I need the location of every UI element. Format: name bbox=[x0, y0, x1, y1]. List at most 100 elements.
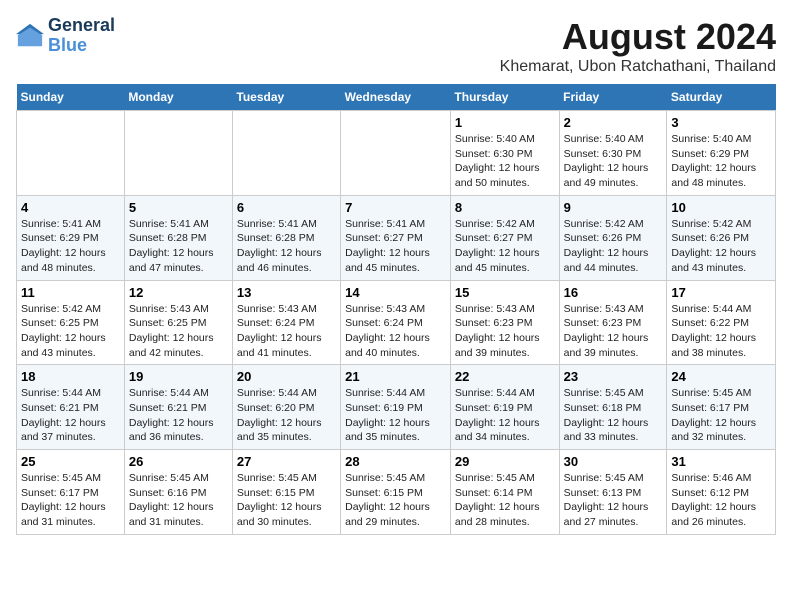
day-info: Sunrise: 5:46 AMSunset: 6:12 PMDaylight:… bbox=[671, 471, 771, 530]
calendar-body: 1 Sunrise: 5:40 AMSunset: 6:30 PMDaylight… bbox=[17, 111, 776, 535]
calendar-header-monday: Monday bbox=[124, 84, 232, 111]
day-number: 12 bbox=[129, 285, 228, 300]
calendar-cell: 26 Sunrise: 5:45 AMSunset: 6:16 PMDayligh… bbox=[124, 450, 232, 535]
day-info: Sunrise: 5:40 AMSunset: 6:29 PMDaylight:… bbox=[671, 132, 771, 191]
calendar-cell: 11 Sunrise: 5:42 AMSunset: 6:25 PMDayligh… bbox=[17, 280, 125, 365]
calendar-cell: 3 Sunrise: 5:40 AMSunset: 6:29 PMDaylight… bbox=[667, 111, 776, 196]
day-number: 22 bbox=[455, 369, 555, 384]
calendar-cell: 20 Sunrise: 5:44 AMSunset: 6:20 PMDayligh… bbox=[232, 365, 340, 450]
calendar-table: SundayMondayTuesdayWednesdayThursdayFrid… bbox=[16, 84, 776, 535]
day-number: 23 bbox=[564, 369, 663, 384]
calendar-cell: 14Sunrise: 5:43 AMSunset: 6:24 PMDayligh… bbox=[341, 280, 451, 365]
calendar-cell: 29Sunrise: 5:45 AMSunset: 6:14 PMDayligh… bbox=[450, 450, 559, 535]
logo-line1: General bbox=[48, 16, 115, 36]
calendar-cell: 8 Sunrise: 5:42 AMSunset: 6:27 PMDaylight… bbox=[450, 195, 559, 280]
calendar-cell: 25Sunrise: 5:45 AMSunset: 6:17 PMDayligh… bbox=[17, 450, 125, 535]
day-info: Sunrise: 5:45 AMSunset: 6:14 PMDaylight:… bbox=[455, 471, 555, 530]
calendar-cell bbox=[232, 111, 340, 196]
day-number: 8 bbox=[455, 200, 555, 215]
day-info: Sunrise: 5:45 AMSunset: 6:17 PMDaylight:… bbox=[671, 386, 771, 445]
calendar-cell bbox=[341, 111, 451, 196]
day-info: Sunrise: 5:44 AMSunset: 6:21 PMDaylight:… bbox=[129, 386, 228, 445]
week-row-5: 25Sunrise: 5:45 AMSunset: 6:17 PMDayligh… bbox=[17, 450, 776, 535]
day-number: 6 bbox=[237, 200, 336, 215]
day-info: Sunrise: 5:44 AMSunset: 6:19 PMDaylight:… bbox=[455, 386, 555, 445]
day-info: Sunrise: 5:45 AMSunset: 6:16 PMDaylight:… bbox=[129, 471, 228, 530]
day-number: 11 bbox=[21, 285, 120, 300]
day-number: 19 bbox=[129, 369, 228, 384]
day-number: 16 bbox=[564, 285, 663, 300]
day-info: Sunrise: 5:41 AMSunset: 6:27 PMDaylight:… bbox=[345, 217, 446, 276]
day-number: 13 bbox=[237, 285, 336, 300]
week-row-1: 1 Sunrise: 5:40 AMSunset: 6:30 PMDaylight… bbox=[17, 111, 776, 196]
day-info: Sunrise: 5:45 AMSunset: 6:15 PMDaylight:… bbox=[237, 471, 336, 530]
day-number: 21 bbox=[345, 369, 446, 384]
logo: General Blue bbox=[16, 16, 115, 56]
calendar-cell: 2 Sunrise: 5:40 AMSunset: 6:30 PMDaylight… bbox=[559, 111, 667, 196]
logo-text: General Blue bbox=[48, 16, 115, 56]
day-info: Sunrise: 5:44 AMSunset: 6:19 PMDaylight:… bbox=[345, 386, 446, 445]
day-number: 20 bbox=[237, 369, 336, 384]
day-number: 10 bbox=[671, 200, 771, 215]
calendar-cell: 30 Sunrise: 5:45 AMSunset: 6:13 PMDayligh… bbox=[559, 450, 667, 535]
day-info: Sunrise: 5:45 AMSunset: 6:17 PMDaylight:… bbox=[21, 471, 120, 530]
calendar-cell: 31 Sunrise: 5:46 AMSunset: 6:12 PMDayligh… bbox=[667, 450, 776, 535]
day-info: Sunrise: 5:44 AMSunset: 6:20 PMDaylight:… bbox=[237, 386, 336, 445]
calendar-header-thursday: Thursday bbox=[450, 84, 559, 111]
day-info: Sunrise: 5:40 AMSunset: 6:30 PMDaylight:… bbox=[564, 132, 663, 191]
day-number: 1 bbox=[455, 115, 555, 130]
logo-icon bbox=[16, 22, 44, 50]
day-info: Sunrise: 5:45 AMSunset: 6:18 PMDaylight:… bbox=[564, 386, 663, 445]
calendar-header-row: SundayMondayTuesdayWednesdayThursdayFrid… bbox=[17, 84, 776, 111]
calendar-cell: 27Sunrise: 5:45 AMSunset: 6:15 PMDayligh… bbox=[232, 450, 340, 535]
day-info: Sunrise: 5:43 AMSunset: 6:24 PMDaylight:… bbox=[345, 302, 446, 361]
calendar-cell: 13 Sunrise: 5:43 AMSunset: 6:24 PMDayligh… bbox=[232, 280, 340, 365]
day-number: 30 bbox=[564, 454, 663, 469]
day-info: Sunrise: 5:42 AMSunset: 6:25 PMDaylight:… bbox=[21, 302, 120, 361]
day-number: 4 bbox=[21, 200, 120, 215]
calendar-cell: 7Sunrise: 5:41 AMSunset: 6:27 PMDaylight… bbox=[341, 195, 451, 280]
calendar-cell: 23 Sunrise: 5:45 AMSunset: 6:18 PMDayligh… bbox=[559, 365, 667, 450]
calendar-header-wednesday: Wednesday bbox=[341, 84, 451, 111]
day-info: Sunrise: 5:45 AMSunset: 6:13 PMDaylight:… bbox=[564, 471, 663, 530]
day-number: 28 bbox=[345, 454, 446, 469]
calendar-cell: 18 Sunrise: 5:44 AMSunset: 6:21 PMDayligh… bbox=[17, 365, 125, 450]
day-number: 2 bbox=[564, 115, 663, 130]
day-info: Sunrise: 5:43 AMSunset: 6:24 PMDaylight:… bbox=[237, 302, 336, 361]
day-info: Sunrise: 5:43 AMSunset: 6:23 PMDaylight:… bbox=[455, 302, 555, 361]
logo-line2: Blue bbox=[48, 36, 115, 56]
day-info: Sunrise: 5:45 AMSunset: 6:15 PMDaylight:… bbox=[345, 471, 446, 530]
day-info: Sunrise: 5:42 AMSunset: 6:27 PMDaylight:… bbox=[455, 217, 555, 276]
calendar-cell: 28 Sunrise: 5:45 AMSunset: 6:15 PMDayligh… bbox=[341, 450, 451, 535]
title-section: August 2024 Khemarat, Ubon Ratchathani, … bbox=[500, 16, 776, 76]
day-info: Sunrise: 5:41 AMSunset: 6:28 PMDaylight:… bbox=[129, 217, 228, 276]
calendar-cell: 19 Sunrise: 5:44 AMSunset: 6:21 PMDayligh… bbox=[124, 365, 232, 450]
day-number: 3 bbox=[671, 115, 771, 130]
day-info: Sunrise: 5:44 AMSunset: 6:21 PMDaylight:… bbox=[21, 386, 120, 445]
calendar-header-sunday: Sunday bbox=[17, 84, 125, 111]
day-info: Sunrise: 5:43 AMSunset: 6:23 PMDaylight:… bbox=[564, 302, 663, 361]
day-number: 17 bbox=[671, 285, 771, 300]
day-number: 26 bbox=[129, 454, 228, 469]
day-info: Sunrise: 5:40 AMSunset: 6:30 PMDaylight:… bbox=[455, 132, 555, 191]
calendar-header-friday: Friday bbox=[559, 84, 667, 111]
week-row-3: 11 Sunrise: 5:42 AMSunset: 6:25 PMDayligh… bbox=[17, 280, 776, 365]
day-number: 9 bbox=[564, 200, 663, 215]
calendar-cell: 10 Sunrise: 5:42 AMSunset: 6:26 PMDayligh… bbox=[667, 195, 776, 280]
day-number: 18 bbox=[21, 369, 120, 384]
week-row-4: 18 Sunrise: 5:44 AMSunset: 6:21 PMDayligh… bbox=[17, 365, 776, 450]
calendar-cell: 1 Sunrise: 5:40 AMSunset: 6:30 PMDaylight… bbox=[450, 111, 559, 196]
week-row-2: 4Sunrise: 5:41 AMSunset: 6:29 PMDaylight… bbox=[17, 195, 776, 280]
calendar-cell: 17Sunrise: 5:44 AMSunset: 6:22 PMDayligh… bbox=[667, 280, 776, 365]
day-number: 15 bbox=[455, 285, 555, 300]
day-info: Sunrise: 5:42 AMSunset: 6:26 PMDaylight:… bbox=[671, 217, 771, 276]
calendar-cell: 24Sunrise: 5:45 AMSunset: 6:17 PMDayligh… bbox=[667, 365, 776, 450]
calendar-cell bbox=[124, 111, 232, 196]
subtitle: Khemarat, Ubon Ratchathani, Thailand bbox=[500, 58, 776, 76]
calendar-cell: 12Sunrise: 5:43 AMSunset: 6:25 PMDayligh… bbox=[124, 280, 232, 365]
calendar-cell: 5Sunrise: 5:41 AMSunset: 6:28 PMDaylight… bbox=[124, 195, 232, 280]
calendar-cell: 4Sunrise: 5:41 AMSunset: 6:29 PMDaylight… bbox=[17, 195, 125, 280]
day-number: 31 bbox=[671, 454, 771, 469]
calendar-header-tuesday: Tuesday bbox=[232, 84, 340, 111]
calendar-cell: 21 Sunrise: 5:44 AMSunset: 6:19 PMDayligh… bbox=[341, 365, 451, 450]
